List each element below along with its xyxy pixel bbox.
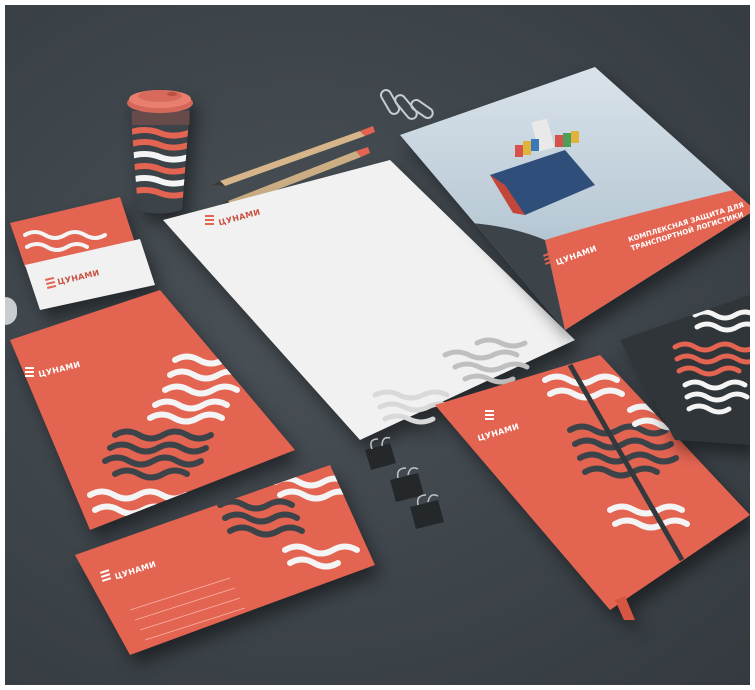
envelope: ЦУНАМИ — [70, 460, 380, 660]
pattern-sheet — [615, 285, 750, 445]
mockup-scene: ЦУНАМИ ЦУНАМИ КОМПЛЕКСНАЯ ЗАЩИТА ДЛЯ ТРА… — [5, 5, 750, 685]
